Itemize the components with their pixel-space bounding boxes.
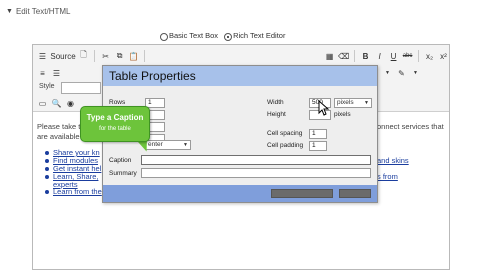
cell-spacing-label: Cell spacing bbox=[267, 130, 303, 137]
toolbar-separator bbox=[144, 50, 146, 62]
edit-header[interactable]: ▼ Edit Text/HTML bbox=[6, 4, 70, 18]
summary-label: Summary bbox=[109, 170, 137, 177]
cell-padding-label: Cell padding bbox=[267, 142, 304, 149]
content-link-end[interactable]: and skins bbox=[377, 156, 409, 165]
bullet bbox=[45, 151, 49, 155]
toolbar-separator bbox=[94, 50, 96, 62]
basic-text-option[interactable]: Basic Text Box bbox=[160, 31, 218, 41]
image-icon[interactable]: ▭ bbox=[37, 97, 48, 109]
bold-button[interactable]: B bbox=[360, 50, 371, 62]
content-paragraph-start: Please take th bbox=[37, 122, 85, 131]
content-link[interactable]: Learn from the bbox=[53, 187, 102, 196]
underline-button[interactable]: U bbox=[388, 50, 399, 62]
style-select[interactable] bbox=[61, 82, 101, 94]
radio-basic[interactable] bbox=[160, 32, 168, 41]
toolbar-separator bbox=[354, 50, 356, 62]
cancel-button[interactable] bbox=[339, 189, 371, 198]
dialog-title[interactable]: Table Properties bbox=[103, 66, 377, 86]
rows-label: Rows bbox=[109, 99, 126, 106]
caption-label: Caption bbox=[109, 157, 132, 164]
source-button[interactable]: Source bbox=[50, 50, 75, 62]
editor-mode-selector: Basic Text Box Rich Text Editor bbox=[160, 30, 285, 42]
radio-rich[interactable] bbox=[224, 32, 233, 41]
ok-button[interactable] bbox=[271, 189, 333, 198]
width-unit-select[interactable]: pixels ▼ bbox=[334, 98, 372, 108]
caption-tip-callout: Type a Caption for the table bbox=[80, 106, 150, 142]
bullet bbox=[45, 175, 49, 179]
chevron-down-icon[interactable]: ▼ bbox=[410, 67, 421, 79]
subscript-button[interactable]: x₂ bbox=[424, 50, 435, 62]
bullet bbox=[45, 167, 49, 171]
strikethrough-button[interactable]: abc bbox=[402, 50, 413, 62]
table-icon[interactable]: ▦ bbox=[324, 50, 335, 62]
content-paragraph-end: onnect services that bbox=[377, 122, 444, 131]
edit-header-title: Edit Text/HTML bbox=[15, 6, 71, 16]
content-paragraph-2: are available t bbox=[37, 132, 84, 141]
chevron-down-icon: ▼ bbox=[183, 142, 188, 148]
cut-icon[interactable]: ✂ bbox=[100, 50, 111, 62]
callout-subtitle: for the table bbox=[99, 126, 131, 132]
numbered-list-icon[interactable]: ≡ bbox=[37, 67, 48, 79]
dialog-footer bbox=[103, 185, 377, 202]
height-label: Height bbox=[267, 111, 286, 118]
bullet bbox=[45, 159, 49, 163]
width-label: Width bbox=[267, 99, 284, 106]
height-unit-label: pixels bbox=[334, 111, 351, 118]
document-icon[interactable]: 🗋 bbox=[78, 50, 89, 62]
content-link-end[interactable]: s from bbox=[377, 172, 398, 181]
bullet bbox=[45, 190, 49, 194]
link-icon[interactable]: ◉ bbox=[65, 97, 76, 109]
superscript-button[interactable]: x² bbox=[438, 50, 449, 62]
collapse-arrow-icon[interactable]: ▼ bbox=[6, 8, 13, 15]
style-label: Style bbox=[39, 83, 55, 90]
italic-button[interactable]: I bbox=[374, 50, 385, 62]
toolbar-separator bbox=[418, 50, 420, 62]
chevron-down-icon: ▼ bbox=[364, 100, 369, 106]
source-icon[interactable]: ☰ bbox=[37, 50, 48, 62]
cell-padding-input[interactable]: 1 bbox=[309, 141, 327, 151]
paste-icon[interactable]: 📋 bbox=[128, 50, 139, 62]
bulleted-list-icon[interactable]: ☰ bbox=[51, 67, 62, 79]
find-icon[interactable]: 🔍 bbox=[51, 97, 62, 109]
callout-title: Type a Caption bbox=[86, 113, 144, 122]
eraser-icon[interactable]: ⌫ bbox=[338, 50, 349, 62]
rich-text-option[interactable]: Rich Text Editor bbox=[224, 31, 285, 41]
mouse-cursor-icon bbox=[318, 100, 330, 116]
cell-spacing-input[interactable]: 1 bbox=[309, 129, 327, 139]
toolbar-row-1: ☰ Source 🗋 ✂ ⧉ 📋 ▦ ⌫ B I U abc x₂ x² bbox=[33, 48, 449, 64]
caption-input[interactable] bbox=[141, 155, 371, 165]
copy-icon[interactable]: ⧉ bbox=[114, 50, 125, 62]
bg-color-icon[interactable]: ✎ bbox=[396, 67, 407, 79]
summary-input[interactable] bbox=[141, 168, 371, 178]
chevron-down-icon[interactable]: ▼ bbox=[382, 67, 393, 79]
